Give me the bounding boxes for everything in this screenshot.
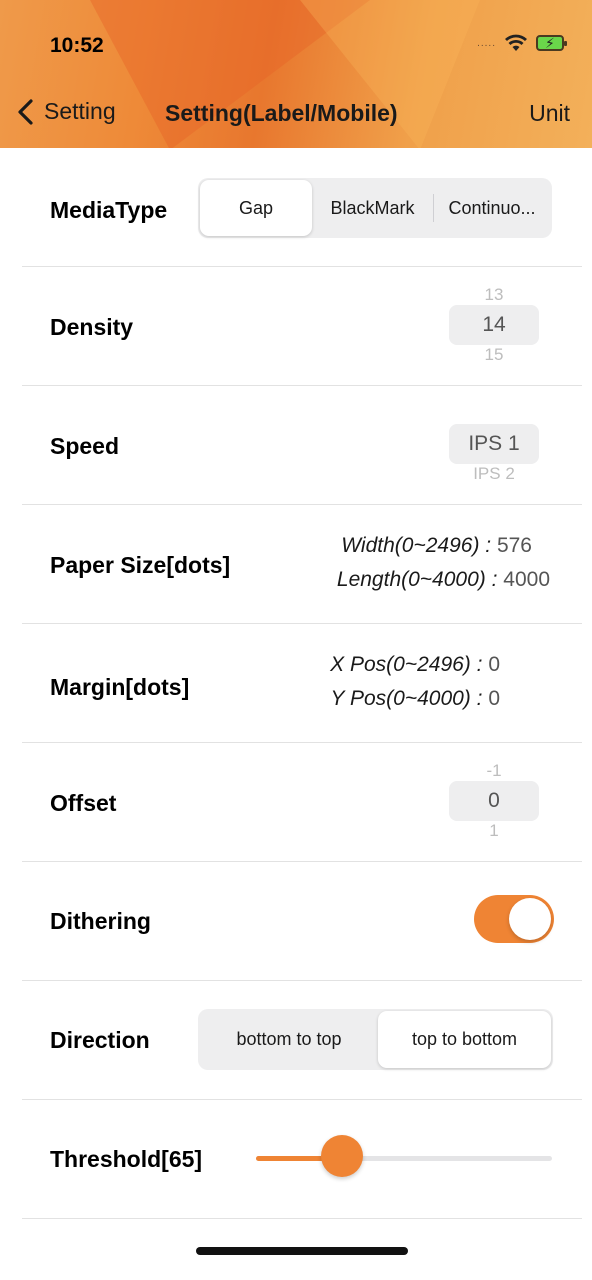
direction-label: Direction <box>50 1027 150 1053</box>
media-type-segmented-control: Gap BlackMark Continuo... <box>198 178 552 238</box>
margin-label: Margin[dots] <box>50 674 190 700</box>
paper-length-label: Length(0~4000) : <box>336 568 498 591</box>
offset-row: Offset -1 0 1 <box>22 743 582 862</box>
paper-size-label: Paper Size[dots] <box>50 552 231 578</box>
speed-row: Speed IPS 1 IPS 2 <box>22 386 582 505</box>
status-icons: ..... ⚡ <box>477 34 567 52</box>
margin-x-value: 0 <box>488 653 500 676</box>
paper-width[interactable]: Width(0~2496) : 576 <box>341 534 532 558</box>
density-value: 14 <box>449 305 539 345</box>
offset-prev-value: -1 <box>486 761 502 780</box>
unit-button[interactable]: Unit <box>529 100 570 127</box>
toggle-knob <box>509 898 551 940</box>
chevron-left-icon <box>18 98 33 125</box>
margin-y-label: Y Pos(0~4000) : <box>330 687 483 710</box>
density-picker[interactable]: 13 14 15 <box>449 279 539 361</box>
dithering-toggle[interactable] <box>474 895 554 943</box>
threshold-row: Threshold[65] <box>22 1100 582 1219</box>
media-type-option-gap[interactable]: Gap <box>200 180 312 236</box>
offset-label: Offset <box>50 790 117 816</box>
threshold-slider-track[interactable] <box>256 1156 552 1161</box>
threshold-slider-thumb[interactable] <box>320 1135 363 1177</box>
media-type-row: MediaType Gap BlackMark Continuo... <box>22 148 582 267</box>
dithering-row: Dithering <box>22 862 582 981</box>
home-indicator <box>196 1247 408 1255</box>
margin-x-pos[interactable]: X Pos(0~2496) : 0 <box>330 653 500 677</box>
speed-picker[interactable]: IPS 1 IPS 2 <box>449 424 539 480</box>
density-next-value: 15 <box>484 345 504 361</box>
dithering-label: Dithering <box>50 908 151 934</box>
status-bar: 10:52 ..... ⚡ <box>0 0 592 88</box>
margin-y-pos[interactable]: Y Pos(0~4000) : 0 <box>331 687 501 711</box>
direction-segmented-control: bottom to top top to bottom <box>198 1009 553 1070</box>
media-type-label: MediaType <box>50 197 168 223</box>
paper-width-value: 576 <box>496 534 532 557</box>
direction-row: Direction bottom to top top to bottom <box>22 981 582 1100</box>
margin-y-value: 0 <box>488 687 500 710</box>
offset-value: 0 <box>449 781 539 821</box>
direction-option-top-to-bottom[interactable]: top to bottom <box>378 1011 551 1068</box>
cellular-signal-icon: ..... <box>477 37 496 49</box>
density-prev-value: 13 <box>484 285 504 304</box>
direction-option-bottom-to-top[interactable]: bottom to top <box>200 1011 378 1068</box>
page-title: Setting(Label/Mobile) <box>165 100 398 126</box>
density-label: Density <box>50 314 134 340</box>
margin-row: Margin[dots] X Pos(0~2496) : 0 Y Pos(0~4… <box>22 624 582 743</box>
paper-length[interactable]: Length(0~4000) : 4000 <box>337 568 550 592</box>
speed-label: Speed <box>50 433 120 459</box>
margin-x-label: X Pos(0~2496) : <box>330 653 483 676</box>
paper-length-value: 4000 <box>503 568 550 591</box>
offset-picker[interactable]: -1 0 1 <box>449 755 539 837</box>
back-button[interactable]: Setting <box>16 98 116 125</box>
wifi-icon <box>505 34 527 51</box>
media-type-option-blackmark[interactable]: BlackMark <box>312 180 433 236</box>
app-header: 10:52 ..... ⚡ Setting Setting(Label/Mobi… <box>0 0 592 148</box>
offset-next-value: 1 <box>489 821 499 837</box>
back-label: Setting <box>44 98 116 124</box>
media-type-option-continuous[interactable]: Continuo... <box>434 180 550 236</box>
speed-next-value: IPS 2 <box>473 464 515 480</box>
status-time: 10:52 <box>50 34 104 57</box>
paper-width-label: Width(0~2496) : <box>341 534 492 557</box>
threshold-label: Threshold[65] <box>50 1146 203 1172</box>
density-row: Density 13 14 15 <box>22 267 582 386</box>
speed-value: IPS 1 <box>449 424 539 464</box>
nav-bar: Setting Setting(Label/Mobile) Unit <box>0 88 592 140</box>
paper-size-row: Paper Size[dots] Width(0~2496) : 576 Len… <box>22 505 582 624</box>
battery-charging-icon: ⚡ <box>536 35 567 51</box>
